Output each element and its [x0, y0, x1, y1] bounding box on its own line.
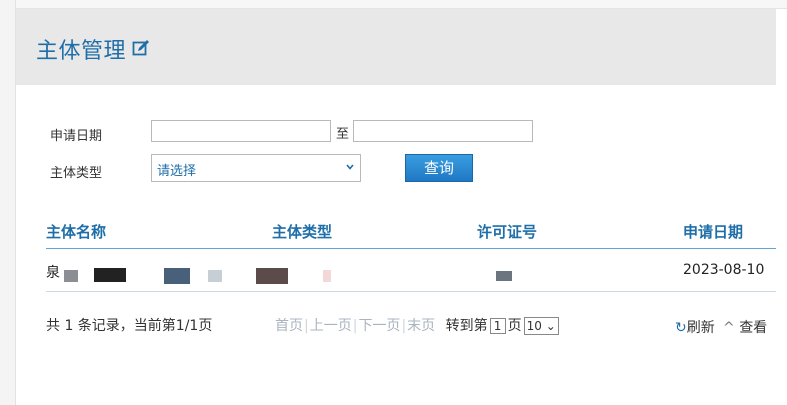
- column-header-type: 主体类型: [272, 223, 333, 241]
- redaction-mask: [208, 270, 222, 282]
- redaction-mask: [64, 270, 78, 282]
- redaction-mask: [164, 268, 190, 284]
- first-page-link[interactable]: 首页: [275, 318, 303, 334]
- redaction-mask: [256, 268, 288, 284]
- page-number-input[interactable]: 1: [489, 318, 506, 334]
- column-header-license: 许可证号: [477, 223, 538, 241]
- row-divider: [46, 291, 776, 292]
- chevron-down-icon: ⌄: [545, 319, 556, 333]
- goto-suffix: 页: [507, 318, 522, 334]
- row-date-cell: 2023-08-10: [683, 262, 765, 278]
- redaction-mask: [323, 270, 331, 282]
- type-select[interactable]: 请选择: [151, 154, 361, 182]
- date-to-input[interactable]: [353, 120, 533, 142]
- date-label: 申请日期: [50, 129, 103, 144]
- redaction-mask: [496, 271, 512, 281]
- date-separator: 至: [336, 127, 350, 142]
- redaction-mask: [94, 268, 126, 282]
- pager-nav: 首页|上一页|下一页|末页 转到第 1 页 10 ⌄: [275, 315, 559, 335]
- chevron-down-icon: [346, 164, 354, 170]
- page-size-select[interactable]: 10 ⌄: [523, 317, 559, 335]
- view-label: 查看: [739, 320, 768, 336]
- query-button[interactable]: 查询: [405, 154, 473, 182]
- row-name-cell: 泉: [46, 265, 60, 281]
- header-divider: [46, 248, 776, 249]
- goto-prefix: 转到第: [445, 318, 488, 334]
- page-title: 主体管理: [36, 39, 127, 64]
- top-strip: [0, 0, 787, 9]
- refresh-link[interactable]: ↻刷新: [675, 317, 715, 337]
- refresh-label: 刷新: [686, 320, 715, 336]
- next-page-link[interactable]: 下一页: [358, 318, 400, 334]
- date-from-input[interactable]: [151, 120, 331, 142]
- right-edge: [776, 9, 787, 405]
- view-link[interactable]: ^ 查看: [723, 317, 767, 337]
- pager-summary: 共 1 条记录，当前第1/1页: [46, 318, 213, 334]
- column-header-name: 主体名称: [46, 223, 107, 241]
- last-page-link[interactable]: 末页: [407, 318, 435, 334]
- edit-icon: [132, 40, 149, 56]
- prev-page-link[interactable]: 上一页: [310, 318, 352, 334]
- page-header: 主体管理: [16, 9, 776, 85]
- column-header-date: 申请日期: [683, 223, 744, 241]
- type-label: 主体类型: [50, 166, 103, 181]
- refresh-icon: ↻: [675, 320, 687, 336]
- main-content: 申请日期 至 主体类型 请选择 查询 主体名称 主体类型 许可证号 申请日期 泉…: [16, 85, 776, 405]
- left-gutter: [0, 0, 16, 405]
- page-size-value: 10: [526, 319, 542, 333]
- caret-up-icon: ^: [723, 320, 735, 336]
- type-select-value: 请选择: [157, 164, 197, 179]
